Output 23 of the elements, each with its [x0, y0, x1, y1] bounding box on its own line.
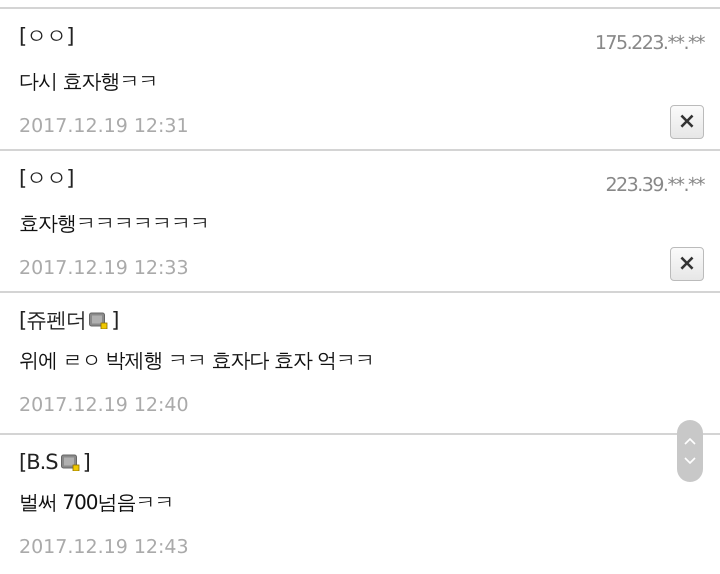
comment-date: 2017.12.19 12:33 — [19, 256, 189, 280]
comment-date: 2017.12.19 12:40 — [19, 392, 189, 418]
comment-date: 2017.12.19 12:43 — [19, 534, 189, 560]
author-bracket: ] — [111, 307, 118, 334]
author-name: [B.S — [19, 449, 58, 476]
comment-text: 위에 ㄹㅇ 박제행 ㅋㅋ 효자다 효자 억ㅋㅋ — [19, 346, 376, 374]
delete-button[interactable]: × — [670, 104, 704, 139]
chevron-up-icon — [684, 438, 696, 445]
author-name: [ㅇㅇ] — [19, 165, 74, 192]
delete-button[interactable]: × — [670, 246, 704, 281]
member-icon — [60, 454, 80, 472]
member-icon — [89, 312, 108, 330]
author-bracket: ] — [82, 449, 90, 476]
comment-text: 다시 효자행ㅋㅋ — [19, 68, 158, 94]
comment-text: 효자행ㅋㅋㅋㅋㅋㅋㅋ — [19, 210, 210, 236]
ip-address: 223.39.**.** — [605, 173, 704, 198]
ip-address: 175.223.**.** — [594, 31, 704, 56]
comment-date: 2017.12.19 12:31 — [19, 114, 189, 138]
author-name: [ㅇㅇ] — [19, 23, 74, 50]
chevron-down-icon — [684, 457, 696, 464]
comment-text: 벌써 700넘음ㅋㅋ — [19, 488, 175, 516]
scroll-handle[interactable] — [677, 420, 703, 482]
author-name: [쥬펜더 — [19, 307, 86, 334]
